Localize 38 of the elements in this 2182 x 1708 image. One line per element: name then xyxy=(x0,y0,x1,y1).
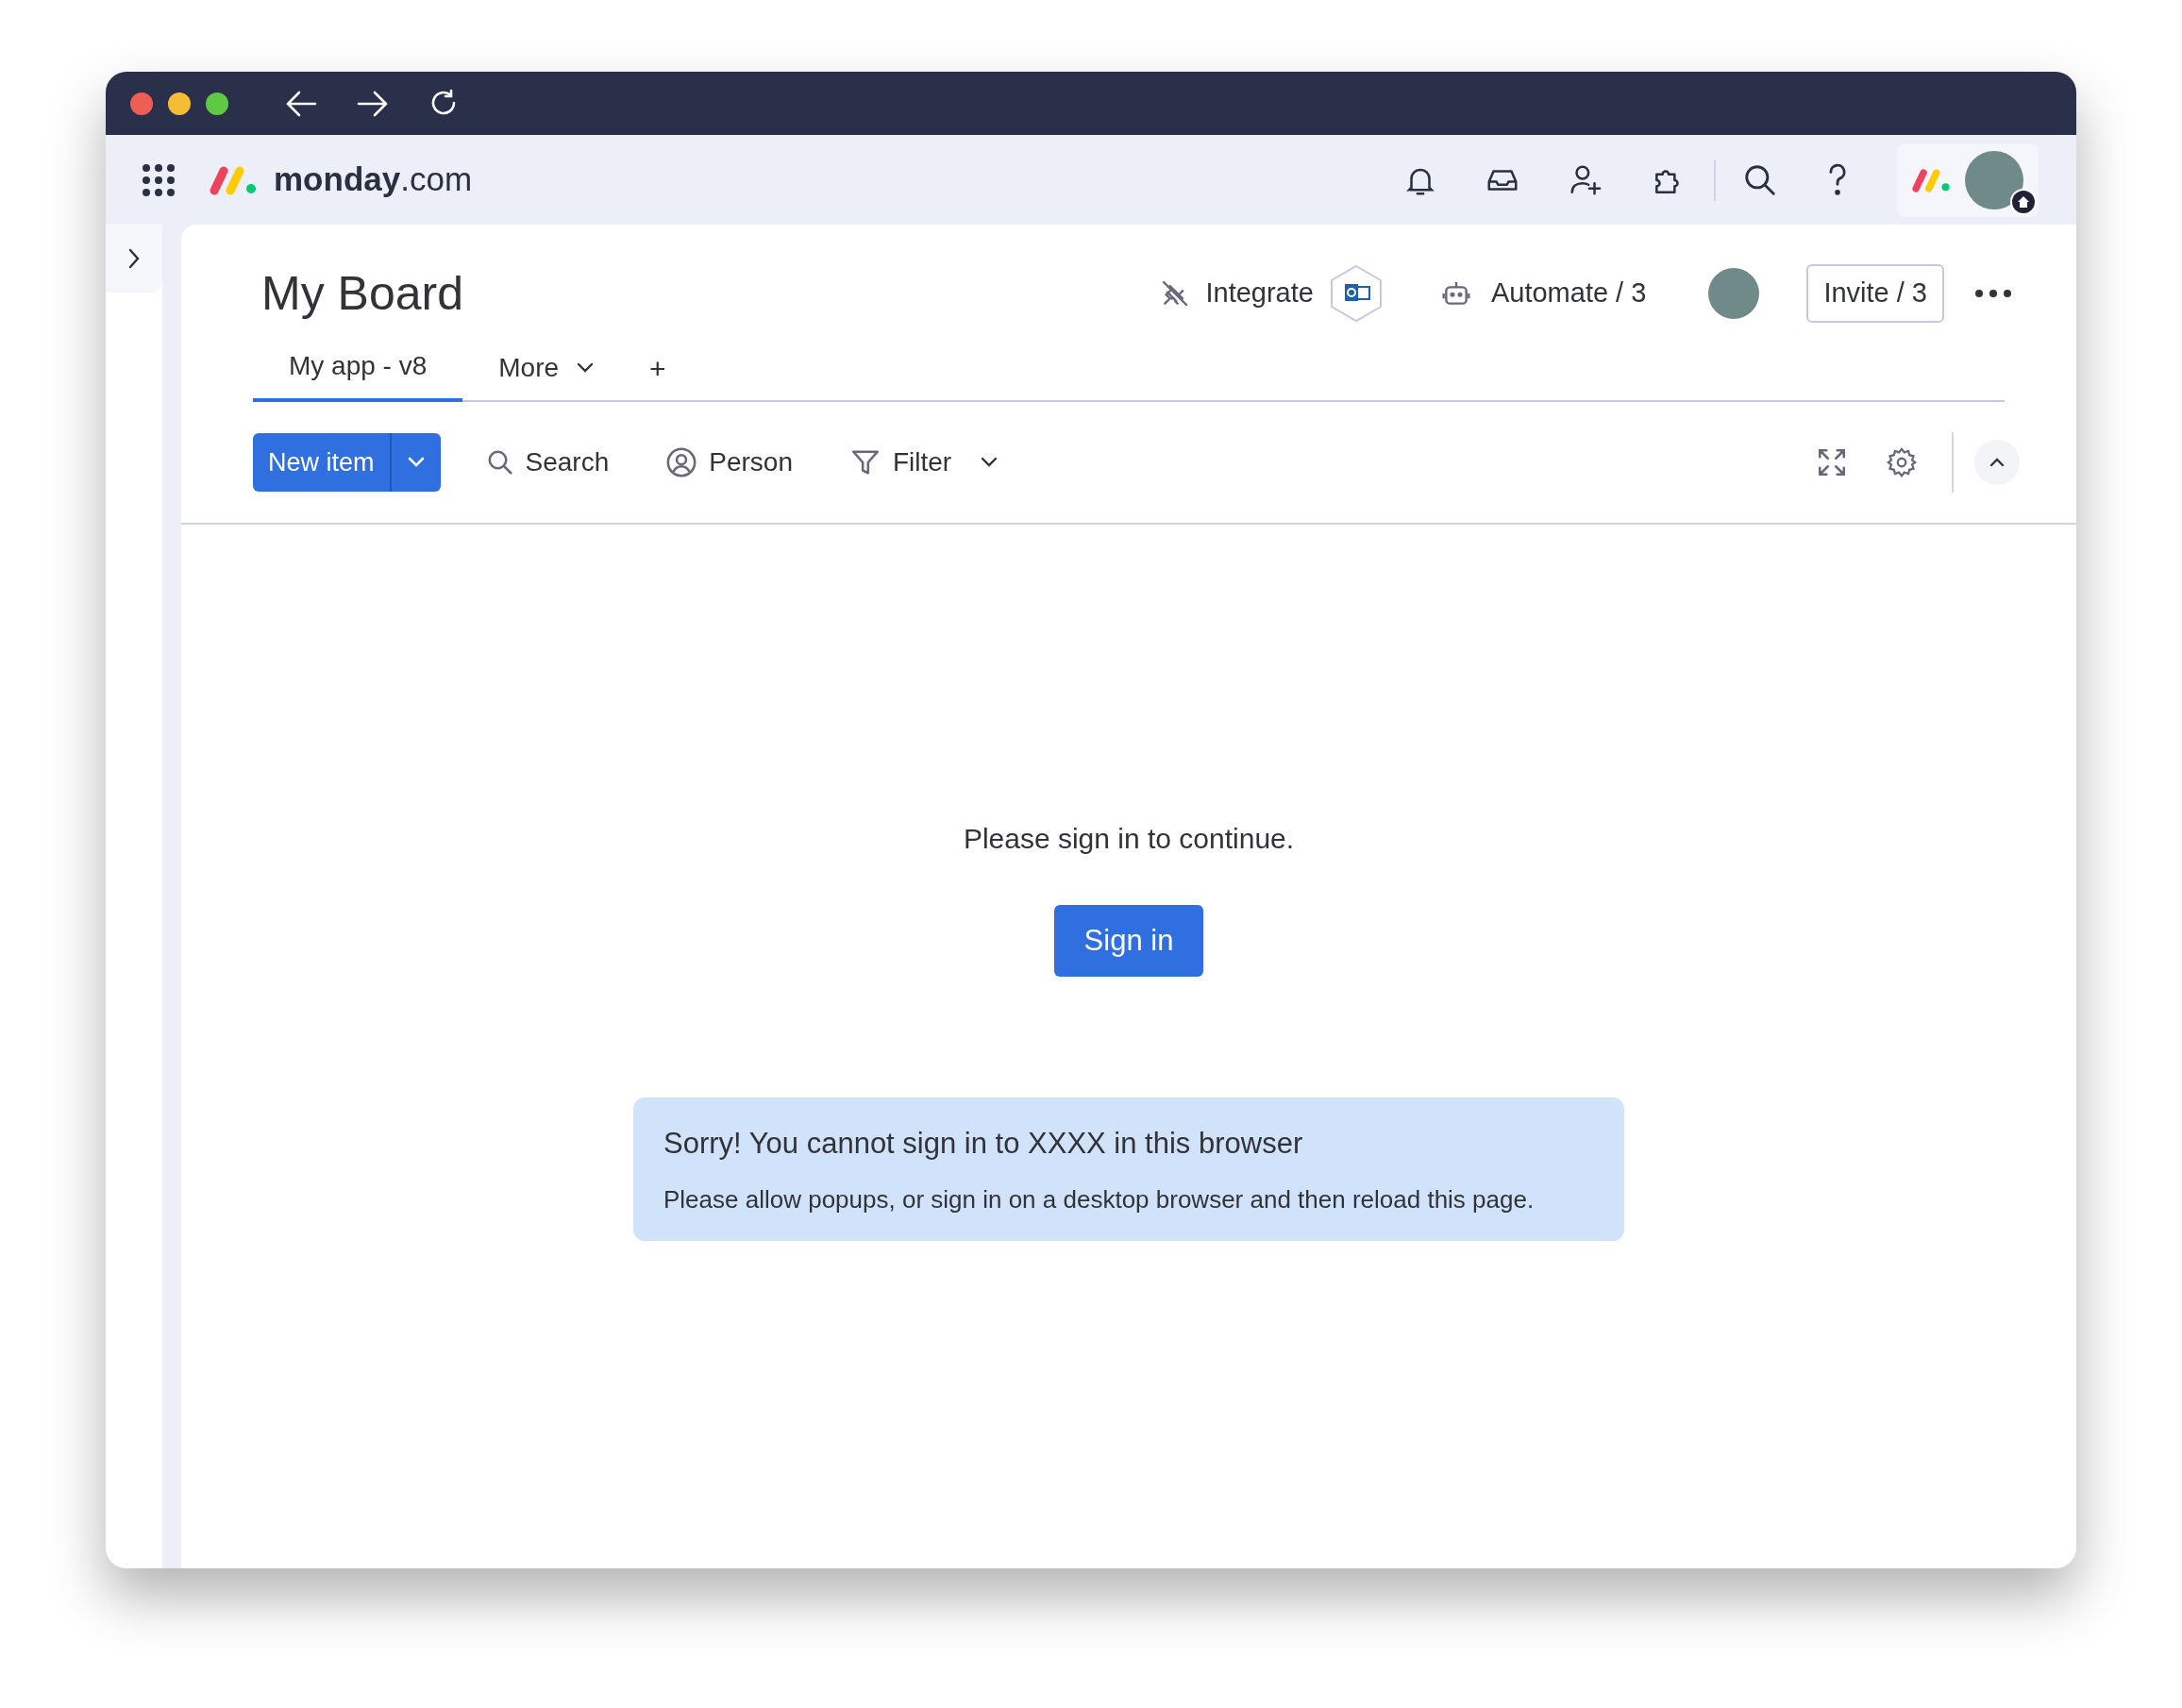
logo-text: monday.com xyxy=(274,159,473,200)
integrate-button[interactable]: Integrate xyxy=(1160,264,1384,323)
alert-title: Sorry! You cannot sign in to XXXX in this browser xyxy=(663,1126,1304,1162)
invite-button[interactable]: Invite / 3 xyxy=(1806,264,1944,323)
chevron-up-icon xyxy=(1989,457,2006,468)
alert-body: Please allow popups, or sign in on a desktop browser and then reload this page. xyxy=(663,1183,1536,1215)
sign-in-button[interactable]: Sign in xyxy=(1053,905,1204,977)
board-tab[interactable]: More xyxy=(462,345,631,400)
sidebar-toggle[interactable] xyxy=(106,225,162,293)
add-view-button[interactable]: + xyxy=(630,345,685,400)
back-icon[interactable] xyxy=(285,89,317,118)
board-title: My Board xyxy=(261,265,463,322)
apps-grid-icon[interactable] xyxy=(142,162,176,197)
settings-icon[interactable] xyxy=(1886,446,1918,478)
maximize-icon[interactable] xyxy=(206,92,228,115)
forward-icon[interactable] xyxy=(357,89,389,118)
person-icon xyxy=(665,446,698,478)
filter-button[interactable]: Filter xyxy=(848,443,952,482)
automate-button[interactable]: Automate / 3 xyxy=(1439,273,1647,314)
more-options-icon[interactable] xyxy=(1974,289,2012,298)
chevron-down-icon xyxy=(406,457,426,468)
search-button[interactable]: Search xyxy=(485,443,610,482)
board-tab[interactable]: My app - v8 xyxy=(253,347,463,402)
home-badge-icon xyxy=(2010,188,2037,215)
calendar-app-icon xyxy=(1328,264,1384,323)
chevron-down-icon xyxy=(576,362,596,374)
logo-icon xyxy=(1912,167,1952,193)
fullscreen-icon[interactable] xyxy=(1816,446,1848,478)
person-button[interactable]: Person xyxy=(665,443,793,482)
search-icon xyxy=(485,448,514,477)
sign-in-message: Please sign in to continue. xyxy=(963,822,1295,856)
chevron-down-icon[interactable] xyxy=(980,457,999,468)
logo-icon xyxy=(210,164,259,195)
chevron-right-icon xyxy=(127,247,141,270)
account-switcher[interactable] xyxy=(1897,142,2039,217)
close-icon[interactable] xyxy=(130,92,153,115)
member-avatar[interactable] xyxy=(1708,268,1760,319)
minimize-icon[interactable] xyxy=(168,92,191,115)
